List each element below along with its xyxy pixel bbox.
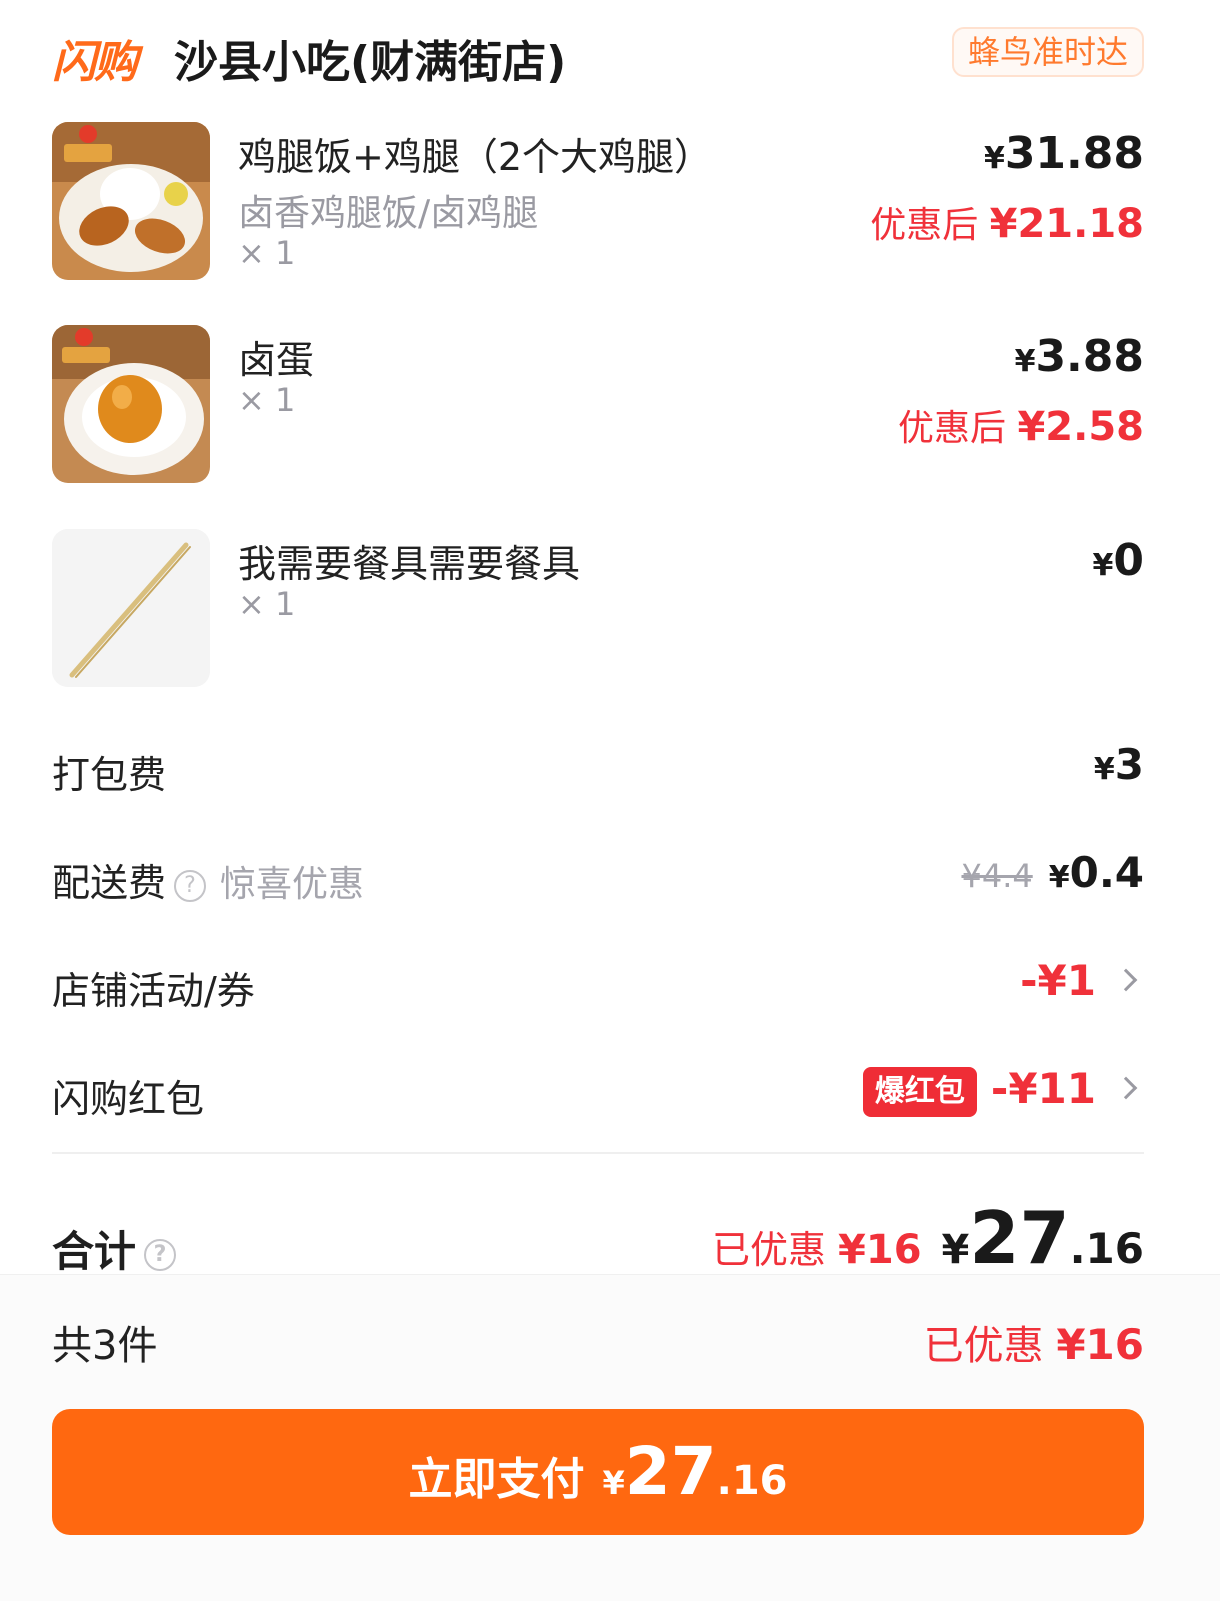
item-spec: 卤香鸡腿饭/卤鸡腿: [238, 193, 539, 234]
chopsticks-image: [52, 529, 210, 687]
discount-value: ¥21.18: [989, 201, 1144, 247]
currency-symbol: ¥: [983, 141, 1005, 176]
checkout-bar: 共3件 已优惠 ¥16 立即支付 ¥27.16: [0, 1274, 1220, 1601]
order-item[interactable]: 鸡腿饭+鸡腿（2个大鸡腿） 卤香鸡腿饭/卤鸡腿 × 1 ¥31.88 优惠后 ¥…: [52, 122, 1144, 282]
store-name[interactable]: 沙县小吃(财满街店): [174, 26, 566, 90]
store-promo-row[interactable]: 店铺活动/券 -¥1: [52, 956, 1144, 1016]
item-name: 我需要餐具需要餐具: [238, 542, 581, 586]
pay-now-button[interactable]: 立即支付 ¥27.16: [52, 1409, 1144, 1535]
discount-label: 优惠后: [870, 205, 990, 246]
total-amount-group: 已优惠 ¥16 ¥27.16: [712, 1196, 1144, 1280]
divider: [52, 1152, 1144, 1154]
packing-fee-row: 打包费 ¥3: [52, 740, 1144, 800]
brand-logo: 闪购: [52, 37, 138, 88]
item-price: ¥3.88: [1015, 331, 1144, 382]
delivery-fee-label: 配送费: [52, 861, 167, 905]
delivery-fee-label-group: 配送费? 惊喜优惠: [52, 852, 364, 907]
red-packet-value: -¥11: [990, 1064, 1096, 1113]
braised-egg-image: [52, 325, 210, 483]
currency-symbol: ¥: [941, 1227, 970, 1273]
item-quantity: × 1: [238, 381, 296, 419]
total-saved-value: ¥16: [838, 1227, 922, 1273]
bottom-saved-label: 已优惠: [923, 1323, 1057, 1369]
total-label-group: 合计?: [52, 1218, 177, 1279]
item-quantity: × 1: [238, 585, 296, 623]
total-row: 合计? 已优惠 ¥16 ¥27.16: [52, 1196, 1144, 1280]
currency-symbol: ¥: [602, 1464, 625, 1502]
help-icon[interactable]: ?: [174, 869, 207, 902]
item-count: 共3件: [52, 1323, 158, 1369]
currency-symbol: ¥: [1093, 752, 1115, 787]
item-discounted-price: 优惠后 ¥2.58: [898, 399, 1144, 451]
delivery-fee-note: 惊喜优惠: [220, 864, 365, 905]
delivery-fee-original: ¥4.4: [961, 857, 1033, 895]
order-header: 闪购 沙县小吃(财满街店) 蜂鸟准时达: [52, 22, 1144, 88]
order-item[interactable]: 卤蛋 × 1 ¥3.88 优惠后 ¥2.58: [52, 325, 1144, 485]
chicken-leg-rice-image: [52, 122, 210, 280]
red-packet-badge: 爆红包: [862, 1066, 977, 1117]
pay-amount-integer: 27: [624, 1433, 717, 1510]
packing-fee-label: 打包费: [52, 753, 167, 797]
total-decimal: .16: [1069, 1224, 1144, 1273]
red-packet-row[interactable]: 闪购红包 爆红包 -¥11: [52, 1064, 1144, 1124]
item-price: ¥31.88: [984, 128, 1144, 179]
total-label: 合计: [52, 1227, 137, 1276]
red-packet-value-group: 爆红包 -¥11: [862, 1064, 1144, 1117]
currency-symbol: ¥: [1092, 548, 1114, 583]
item-price-value: 31.88: [1004, 128, 1144, 179]
item-name: 卤蛋: [238, 338, 315, 382]
packing-fee-amount: 3: [1114, 740, 1144, 789]
pay-amount-decimal: .16: [716, 1458, 788, 1504]
discount-value: ¥2.58: [1017, 404, 1144, 450]
pay-button-label: 立即支付: [408, 1454, 585, 1505]
store-promo-label: 店铺活动/券: [52, 969, 255, 1013]
bottom-saved-value: ¥16: [1056, 1320, 1144, 1369]
item-price: ¥0: [1093, 535, 1145, 586]
total-integer: 27: [969, 1196, 1070, 1280]
total-saved-label: 已优惠: [711, 1228, 839, 1272]
total-amount: ¥27.16: [942, 1196, 1144, 1280]
store-promo-value: -¥1: [1020, 956, 1096, 1005]
chevron-right-icon[interactable]: [1114, 1076, 1138, 1099]
store-promo-value-group: -¥1: [1020, 956, 1144, 1005]
order-item[interactable]: 我需要餐具需要餐具 × 1 ¥0: [52, 529, 1144, 689]
item-quantity: × 1: [238, 234, 296, 272]
delivery-service-tag: 蜂鸟准时达: [951, 27, 1144, 77]
delivery-fee-value: ¥4.4 ¥0.4: [961, 848, 1144, 897]
bottom-saved: 已优惠 ¥16: [924, 1313, 1144, 1371]
delivery-fee-row: 配送费? 惊喜优惠 ¥4.4 ¥0.4: [52, 848, 1144, 908]
item-price-value: 0: [1113, 535, 1144, 586]
chevron-right-icon[interactable]: [1114, 968, 1138, 991]
item-price-value: 3.88: [1035, 331, 1144, 382]
currency-symbol: ¥: [1014, 344, 1036, 379]
currency-symbol: ¥: [1048, 860, 1070, 895]
total-saved: 已优惠 ¥16: [711, 1227, 922, 1273]
item-discounted-price: 优惠后 ¥21.18: [870, 196, 1144, 248]
help-icon[interactable]: ?: [144, 1238, 177, 1271]
red-packet-label: 闪购红包: [52, 1077, 205, 1121]
delivery-fee-amount: 0.4: [1069, 848, 1144, 897]
discount-label: 优惠后: [898, 408, 1018, 449]
packing-fee-value: ¥3: [1094, 740, 1144, 789]
item-name: 鸡腿饭+鸡腿（2个大鸡腿）: [238, 135, 713, 179]
